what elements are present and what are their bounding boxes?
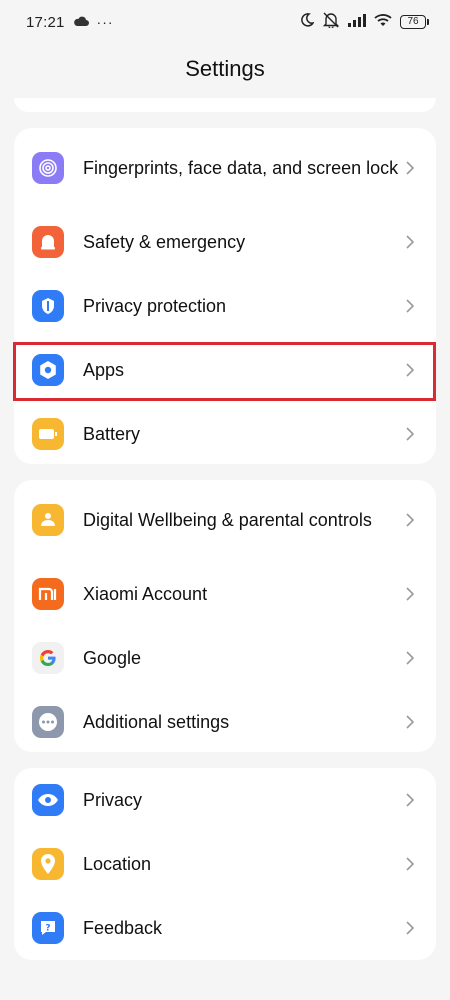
location-pin-icon	[32, 848, 64, 880]
chevron-right-icon	[406, 427, 415, 441]
muted-bell-icon	[322, 12, 340, 32]
chevron-right-icon	[406, 857, 415, 871]
settings-item-label: Additional settings	[83, 711, 230, 732]
svg-text:?: ?	[45, 924, 50, 934]
cloud-icon	[73, 14, 89, 31]
status-right: 76	[300, 12, 429, 32]
settings-item-feedback[interactable]: ? Feedback	[14, 896, 436, 960]
settings-item-safety-emergency[interactable]: Safety & emergency	[14, 210, 436, 274]
settings-item-fingerprints[interactable]: Fingerprints, face data, and screen lock	[14, 136, 436, 200]
settings-item-label: Apps	[83, 359, 125, 380]
signal-icon	[348, 13, 366, 31]
wellbeing-icon	[32, 504, 64, 536]
eye-icon	[32, 784, 64, 816]
settings-item-label: Xiaomi Account	[83, 583, 208, 604]
settings-item-label: Fingerprints, face data, and screen lock	[83, 157, 399, 178]
settings-item-label: Privacy	[83, 789, 143, 810]
more-dots-icon	[32, 706, 64, 738]
chevron-right-icon	[406, 715, 415, 729]
chevron-right-icon	[406, 513, 415, 527]
previous-group-card-edge	[14, 98, 436, 112]
shield-icon	[32, 290, 64, 322]
chevron-right-icon	[406, 161, 415, 175]
chevron-right-icon	[406, 235, 415, 249]
page-title: Settings	[185, 56, 265, 81]
chevron-right-icon	[406, 793, 415, 807]
settings-item-label: Safety & emergency	[83, 231, 246, 252]
chevron-right-icon	[406, 363, 415, 377]
moon-icon	[300, 13, 315, 31]
settings-item-battery[interactable]: Battery	[14, 402, 436, 464]
google-logo-icon	[32, 642, 64, 674]
settings-item-additional-settings[interactable]: Additional settings	[14, 690, 436, 752]
settings-item-label: Battery	[83, 423, 141, 444]
settings-item-label: Digital Wellbeing & parental controls	[83, 509, 372, 530]
status-left: 17:21 ···	[26, 14, 114, 31]
settings-item-google[interactable]: Google	[14, 626, 436, 690]
chevron-right-icon	[406, 299, 415, 313]
feedback-icon: ?	[32, 912, 64, 944]
battery-icon	[32, 418, 64, 450]
settings-item-label: Google	[83, 647, 142, 668]
settings-item-label: Location	[83, 853, 152, 874]
chevron-right-icon	[406, 587, 415, 601]
overflow-dots: ···	[96, 14, 114, 30]
settings-item-privacy[interactable]: Privacy	[14, 768, 436, 832]
settings-item-location[interactable]: Location	[14, 832, 436, 896]
chevron-right-icon	[406, 651, 415, 665]
fingerprint-icon	[32, 152, 64, 184]
settings-item-privacy-protection[interactable]: Privacy protection	[14, 274, 436, 338]
settings-group-1: Fingerprints, face data, and screen lock…	[14, 128, 436, 464]
wifi-icon	[374, 13, 392, 31]
settings-group-3: Privacy Location ? Feedback	[14, 768, 436, 960]
alarm-icon	[32, 226, 64, 258]
settings-item-apps[interactable]: Apps	[14, 338, 436, 402]
battery-icon: 76	[400, 15, 429, 29]
apps-gear-icon	[32, 354, 64, 386]
chevron-right-icon	[406, 921, 415, 935]
settings-item-label: Feedback	[83, 917, 163, 938]
settings-item-xiaomi-account[interactable]: Xiaomi Account	[14, 562, 436, 626]
mi-logo-icon	[32, 578, 64, 610]
settings-item-label: Privacy protection	[83, 295, 227, 316]
status-time: 17:21	[26, 13, 65, 31]
settings-item-digital-wellbeing[interactable]: Digital Wellbeing & parental controls	[14, 488, 436, 552]
settings-group-2: Digital Wellbeing & parental controls Xi…	[14, 480, 436, 752]
status-bar: 17:21 ··· 76	[0, 0, 450, 44]
